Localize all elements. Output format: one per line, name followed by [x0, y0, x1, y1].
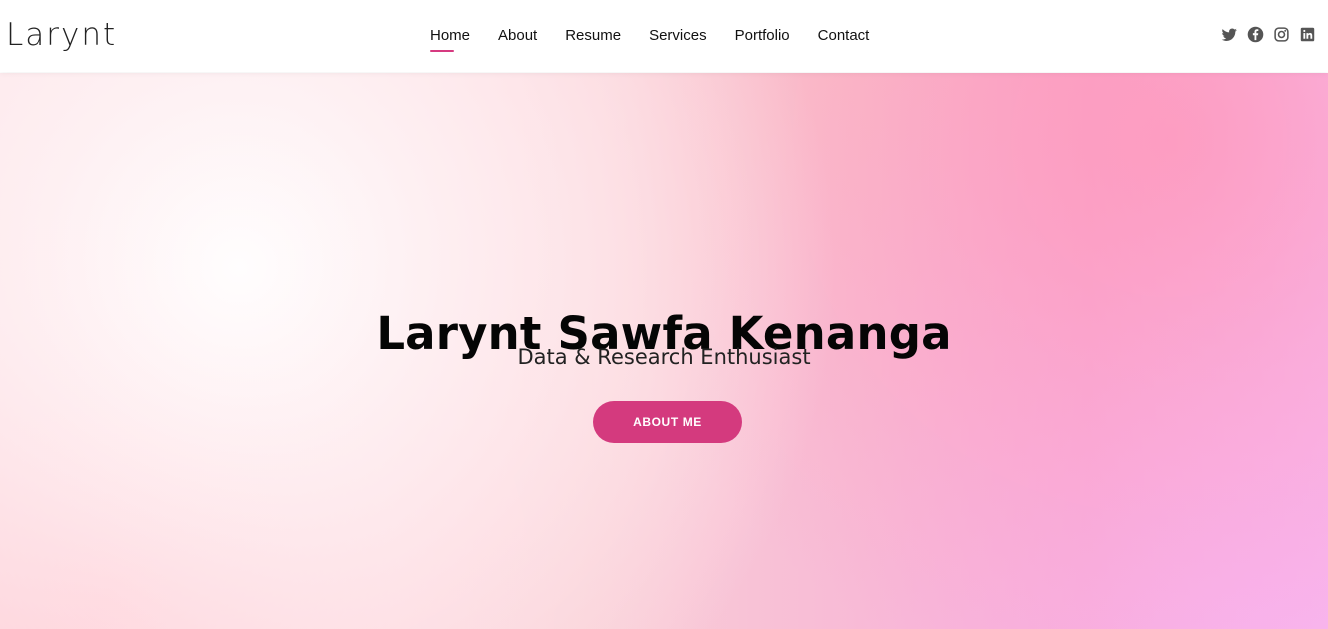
- facebook-icon[interactable]: [1247, 26, 1264, 43]
- hero-section: Larynt Sawfa Kenanga Data & Research Ent…: [0, 73, 1328, 629]
- nav-home-link[interactable]: Home: [430, 26, 470, 52]
- instagram-icon[interactable]: [1273, 26, 1290, 43]
- social-links: [1221, 26, 1316, 43]
- linkedin-icon[interactable]: [1299, 26, 1316, 43]
- nav-services-link[interactable]: Services: [649, 26, 707, 46]
- nav-portfolio-link[interactable]: Portfolio: [735, 26, 790, 46]
- about-me-button[interactable]: ABOUT ME: [593, 401, 742, 443]
- twitter-icon[interactable]: [1221, 26, 1238, 43]
- site-header: Larynt Home About Resume Services Portfo…: [0, 0, 1328, 72]
- hero-subtitle: Data & Research Enthusiast: [517, 345, 811, 369]
- main-navigation: Home About Resume Services Portfolio Con…: [430, 0, 869, 72]
- site-logo[interactable]: Larynt: [6, 16, 117, 54]
- nav-about-link[interactable]: About: [498, 26, 537, 46]
- hero-background: Larynt Sawfa Kenanga Data & Research Ent…: [0, 73, 1328, 629]
- nav-resume-link[interactable]: Resume: [565, 26, 621, 46]
- nav-contact-link[interactable]: Contact: [818, 26, 870, 46]
